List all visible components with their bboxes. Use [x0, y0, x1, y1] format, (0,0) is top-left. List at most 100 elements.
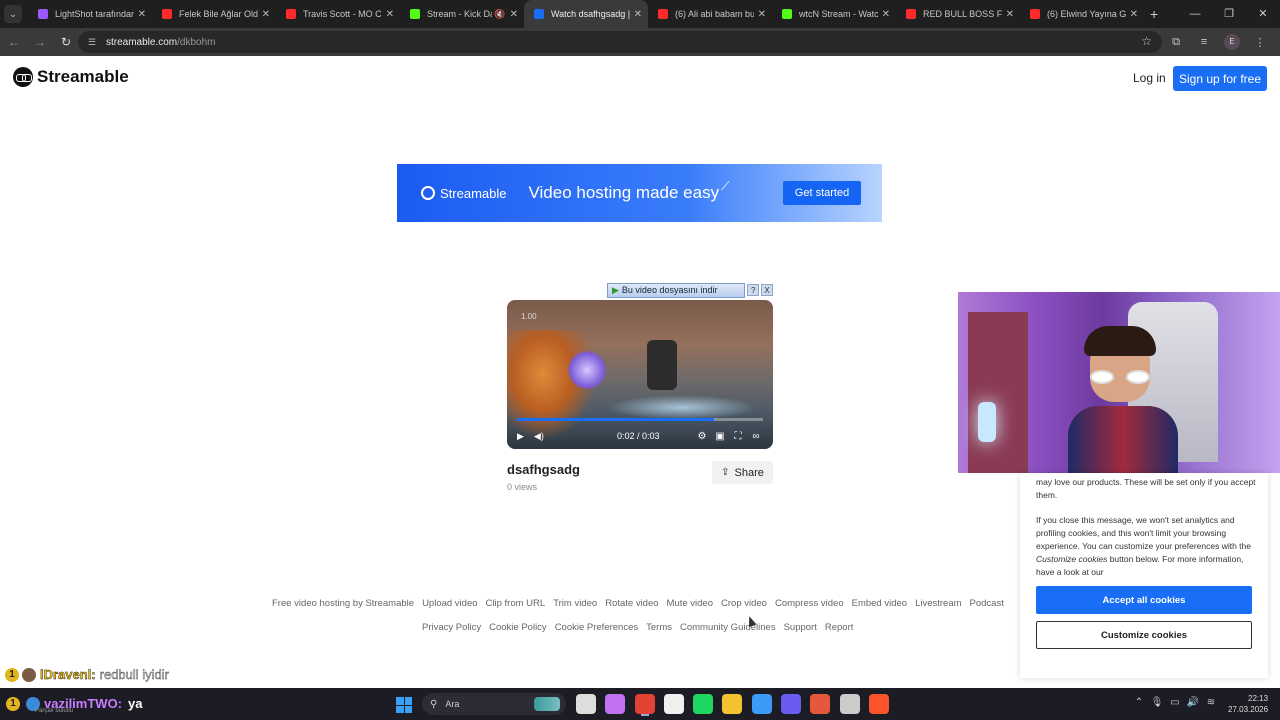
streamable-logo[interactable]: Streamable	[13, 67, 129, 87]
footer-link[interactable]: Upload video	[422, 598, 477, 609]
tab-close-icon[interactable]: ✕	[758, 9, 766, 20]
tab-list: LightShot tarafından ✕ Felek Bile Ağlar Ol…	[28, 0, 1144, 28]
extensions-icon[interactable]: ⧉	[1162, 36, 1190, 49]
tab-muted-icon[interactable]: 🔇	[494, 9, 505, 20]
network-icon[interactable]: ≋	[1202, 697, 1220, 708]
browser-tab[interactable]: Felek Bile Ağlar Oldu ✕	[152, 0, 276, 28]
toolbar-actions: ⧉ ≡ E ⋮	[1162, 28, 1274, 56]
accept-all-cookies-button[interactable]: Accept all cookies	[1036, 586, 1252, 614]
get-started-button[interactable]: Get started	[783, 181, 861, 205]
site-info-icon[interactable]: ☰	[88, 37, 102, 48]
browser-tab[interactable]: RED BULL BOSS FIGH ✕	[896, 0, 1020, 28]
chat-bubble-icon[interactable]: ▭	[1166, 697, 1184, 708]
profile-avatar[interactable]: E	[1224, 34, 1240, 50]
taskbar-app-icon[interactable]	[751, 694, 772, 714]
tab-title: Stream - Kick Da	[427, 9, 493, 19]
browser-tab[interactable]: LightShot tarafından ✕	[28, 0, 152, 28]
tab-close-icon[interactable]: ✕	[386, 9, 394, 20]
back-icon[interactable]: ←	[2, 35, 26, 49]
tab-close-icon[interactable]: ✕	[510, 9, 518, 20]
tab-close-icon[interactable]: ✕	[1006, 9, 1014, 20]
close-window-icon[interactable]: ✕	[1246, 0, 1280, 28]
promo-banner[interactable]: Streamable Video hosting made easy ⟋ Get…	[397, 164, 882, 222]
streamable-link-icon[interactable]: ∞	[747, 431, 765, 442]
browser-tab[interactable]: Travis Scott - MO CIT ✕	[276, 0, 400, 28]
tab-close-icon[interactable]: ✕	[1130, 9, 1138, 20]
browser-tab[interactable]: Watch dsafhgsadg | S ✕	[524, 0, 648, 28]
footer-link[interactable]: Rotate video	[605, 598, 658, 609]
tab-close-icon[interactable]: ✕	[262, 9, 270, 20]
login-link[interactable]: Log in	[1133, 71, 1166, 85]
minimize-icon[interactable]: —	[1178, 0, 1212, 28]
microphone-icon[interactable]: 🎙	[1148, 697, 1166, 708]
footer-link[interactable]: Terms	[646, 622, 672, 633]
tab-close-icon[interactable]: ✕	[634, 9, 642, 20]
taskbar-app-icon[interactable]	[634, 694, 655, 714]
taskbar-app-icon[interactable]	[722, 694, 743, 714]
banner-logo-icon	[421, 186, 435, 200]
taskbar-app-icon[interactable]	[781, 694, 802, 714]
tray-overflow-icon[interactable]: ⌃	[1130, 697, 1148, 708]
taskbar-app-icon[interactable]	[663, 694, 684, 714]
footer-link[interactable]: Free video hosting by Streamable	[272, 598, 414, 609]
taskbar-search[interactable]: ⚲ Ara	[422, 693, 566, 715]
footer-link[interactable]: Livestream	[915, 598, 961, 609]
bookmark-star-icon[interactable]: ☆	[1141, 34, 1152, 48]
download-close-button[interactable]: X	[761, 284, 774, 296]
tab-close-icon[interactable]: ✕	[882, 9, 890, 20]
signup-button[interactable]: Sign up for free	[1173, 66, 1267, 91]
footer-link[interactable]: Crop video	[721, 598, 767, 609]
footer-link[interactable]: Cookie Policy	[489, 622, 547, 633]
taskbar-app-icon[interactable]	[605, 694, 626, 714]
video-player[interactable]: 1.00 ▶ ◀) 0:02 / 0:03 ⚙ ▣ ⛶ ∞	[507, 300, 773, 449]
forward-icon[interactable]: →	[28, 35, 52, 49]
speaker-icon[interactable]: 🔊	[1184, 697, 1202, 708]
new-tab-icon[interactable]: +	[1150, 6, 1158, 22]
tab-favicon-icon	[658, 9, 668, 19]
windows-start-icon[interactable]	[396, 697, 412, 713]
browser-tab[interactable]: (6) Elwind Yayına Giri ✕	[1020, 0, 1144, 28]
taskbar-app-icon[interactable]	[839, 694, 860, 714]
footer-link[interactable]: Compress video	[775, 598, 844, 609]
footer-link[interactable]: Privacy Policy	[422, 622, 481, 633]
reload-icon[interactable]: ↻	[54, 35, 78, 49]
footer-link[interactable]: Support	[784, 622, 817, 633]
volume-icon[interactable]: ◀)	[534, 431, 544, 442]
taskbar-app-icon[interactable]	[810, 694, 831, 714]
media-control-icon[interactable]: ≡	[1190, 36, 1218, 48]
menu-icon[interactable]: ⋮	[1246, 36, 1274, 49]
download-video-button[interactable]: ▶ Bu video dosyasını indir	[607, 282, 746, 298]
footer-link[interactable]: Report	[825, 622, 854, 633]
footer-link[interactable]: Trim video	[553, 598, 597, 609]
footer-link[interactable]: Mute video	[667, 598, 713, 609]
play-icon[interactable]: ▶	[517, 431, 524, 442]
browser-tab[interactable]: wtcN Stream - Watch ✕	[772, 0, 896, 28]
share-button[interactable]: ⇪ Share	[712, 461, 773, 484]
footer-link[interactable]: Clip from URL	[486, 598, 546, 609]
footer-link[interactable]: Embed video	[852, 598, 907, 609]
settings-gear-icon[interactable]: ⚙	[693, 431, 711, 442]
footer-link[interactable]: Cookie Preferences	[555, 622, 638, 633]
download-video-bar: ▶ Bu video dosyasını indir ? X	[607, 282, 774, 298]
fullscreen-icon[interactable]: ⛶	[729, 431, 747, 442]
browser-tab[interactable]: Stream - Kick Da 🔇 ✕	[400, 0, 524, 28]
address-bar[interactable]: ☰ streamable.com/dkbohm ☆	[78, 31, 1162, 53]
tab-search-icon[interactable]: ⌄	[4, 5, 22, 23]
cookie-text-body: If you close this message, we won't set …	[1036, 514, 1256, 579]
taskbar-app-icon[interactable]	[868, 694, 889, 714]
taskbar-app-icon[interactable]	[693, 694, 714, 714]
taskbar-app-icon[interactable]	[576, 694, 596, 714]
video-progress-bar[interactable]	[517, 418, 763, 421]
tab-close-icon[interactable]: ✕	[138, 9, 146, 20]
webcam-microphone	[978, 402, 996, 442]
footer-link[interactable]: Community Guidelines	[680, 622, 776, 633]
browser-tab[interactable]: (6) Ali abi babam bu ✕	[648, 0, 772, 28]
restore-icon[interactable]: ❐	[1212, 0, 1246, 28]
footer-link[interactable]: Podcast	[970, 598, 1004, 609]
tab-title: (6) Elwind Yayına Giri	[1047, 9, 1126, 19]
customize-cookies-button[interactable]: Customize cookies	[1036, 621, 1252, 649]
video-frame-floor	[607, 395, 757, 420]
taskbar-clock[interactable]: 22:13 27.03.2026	[1228, 693, 1268, 715]
download-help-button[interactable]: ?	[747, 284, 760, 296]
picture-in-picture-icon[interactable]: ▣	[711, 431, 729, 442]
